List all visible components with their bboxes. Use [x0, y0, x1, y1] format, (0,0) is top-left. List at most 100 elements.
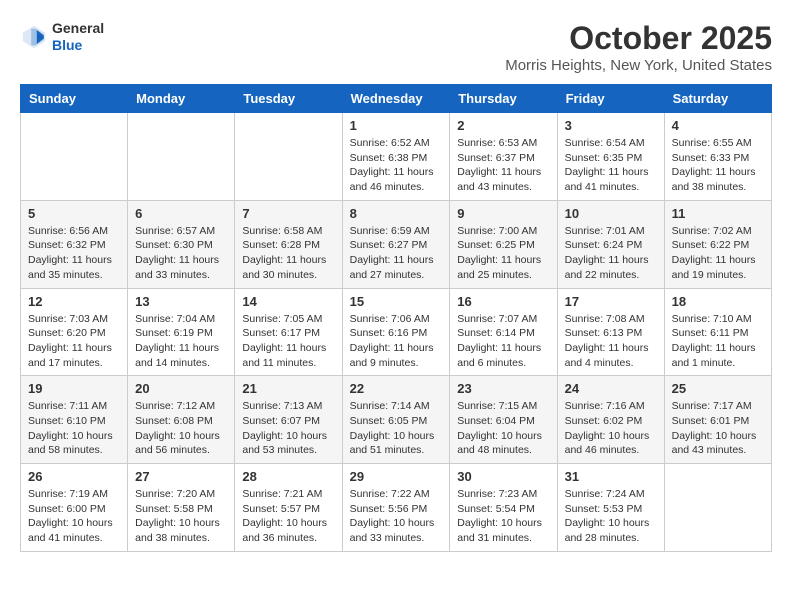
calendar-day-9: 9 Sunrise: 7:00 AM Sunset: 6:25 PM Daylig…	[450, 200, 557, 288]
day-number: 12	[28, 294, 120, 309]
calendar-day-8: 8 Sunrise: 6:59 AM Sunset: 6:27 PM Daylig…	[342, 200, 450, 288]
month-title: October 2025	[505, 20, 772, 57]
calendar-day-28: 28 Sunrise: 7:21 AM Sunset: 5:57 PM Dayli…	[235, 464, 342, 552]
calendar-day-14: 14Sunrise: 7:05 AM Sunset: 6:17 PM Dayli…	[235, 288, 342, 376]
day-info: Sunrise: 6:55 AM Sunset: 6:33 PM Dayligh…	[672, 136, 764, 195]
calendar-day-19: 19 Sunrise: 7:11 AM Sunset: 6:10 PM Dayli…	[21, 376, 128, 464]
day-number: 17	[565, 294, 657, 309]
day-info: Sunrise: 7:21 AM Sunset: 5:57 PM Dayligh…	[242, 487, 334, 546]
day-number: 8	[350, 206, 443, 221]
logo: General Blue	[20, 20, 104, 54]
day-number: 24	[565, 381, 657, 396]
calendar-week-row: 19 Sunrise: 7:11 AM Sunset: 6:10 PM Dayli…	[21, 376, 772, 464]
calendar-week-row: 5 Sunrise: 6:56 AM Sunset: 6:32 PM Daylig…	[21, 200, 772, 288]
calendar-empty-cell	[664, 464, 771, 552]
day-number: 2	[457, 118, 549, 133]
day-info: Sunrise: 7:05 AM Sunset: 6:17 PM Dayligh…	[242, 312, 334, 371]
day-number: 18	[672, 294, 764, 309]
calendar-day-5: 5 Sunrise: 6:56 AM Sunset: 6:32 PM Daylig…	[21, 200, 128, 288]
weekday-header-monday: Monday	[128, 85, 235, 113]
day-info: Sunrise: 7:20 AM Sunset: 5:58 PM Dayligh…	[135, 487, 227, 546]
logo-icon	[20, 23, 48, 51]
day-info: Sunrise: 7:12 AM Sunset: 6:08 PM Dayligh…	[135, 399, 227, 458]
day-info: Sunrise: 7:11 AM Sunset: 6:10 PM Dayligh…	[28, 399, 120, 458]
day-number: 13	[135, 294, 227, 309]
day-number: 25	[672, 381, 764, 396]
weekday-header-tuesday: Tuesday	[235, 85, 342, 113]
day-number: 28	[242, 469, 334, 484]
day-info: Sunrise: 7:22 AM Sunset: 5:56 PM Dayligh…	[350, 487, 443, 546]
calendar-day-1: 1 Sunrise: 6:52 AM Sunset: 6:38 PM Daylig…	[342, 113, 450, 201]
calendar-day-18: 18 Sunrise: 7:10 AM Sunset: 6:11 PM Dayli…	[664, 288, 771, 376]
calendar-week-row: 26 Sunrise: 7:19 AM Sunset: 6:00 PM Dayli…	[21, 464, 772, 552]
calendar-day-31: 31Sunrise: 7:24 AM Sunset: 5:53 PM Dayli…	[557, 464, 664, 552]
day-number: 5	[28, 206, 120, 221]
calendar-day-13: 13Sunrise: 7:04 AM Sunset: 6:19 PM Dayli…	[128, 288, 235, 376]
calendar-day-23: 23Sunrise: 7:15 AM Sunset: 6:04 PM Dayli…	[450, 376, 557, 464]
day-number: 11	[672, 206, 764, 221]
weekday-header-saturday: Saturday	[664, 85, 771, 113]
day-info: Sunrise: 7:03 AM Sunset: 6:20 PM Dayligh…	[28, 312, 120, 371]
calendar-day-16: 16 Sunrise: 7:07 AM Sunset: 6:14 PM Dayli…	[450, 288, 557, 376]
day-info: Sunrise: 6:53 AM Sunset: 6:37 PM Dayligh…	[457, 136, 549, 195]
day-number: 6	[135, 206, 227, 221]
day-info: Sunrise: 7:00 AM Sunset: 6:25 PM Dayligh…	[457, 224, 549, 283]
day-number: 29	[350, 469, 443, 484]
calendar-day-7: 7Sunrise: 6:58 AM Sunset: 6:28 PM Daylig…	[235, 200, 342, 288]
calendar-empty-cell	[128, 113, 235, 201]
day-info: Sunrise: 6:52 AM Sunset: 6:38 PM Dayligh…	[350, 136, 443, 195]
day-info: Sunrise: 7:07 AM Sunset: 6:14 PM Dayligh…	[457, 312, 549, 371]
weekday-header-wednesday: Wednesday	[342, 85, 450, 113]
day-number: 9	[457, 206, 549, 221]
calendar-table: SundayMondayTuesdayWednesdayThursdayFrid…	[20, 84, 772, 552]
day-number: 4	[672, 118, 764, 133]
day-number: 27	[135, 469, 227, 484]
day-number: 30	[457, 469, 549, 484]
day-number: 23	[457, 381, 549, 396]
calendar-empty-cell	[235, 113, 342, 201]
day-info: Sunrise: 6:56 AM Sunset: 6:32 PM Dayligh…	[28, 224, 120, 283]
day-number: 22	[350, 381, 443, 396]
calendar-day-11: 11 Sunrise: 7:02 AM Sunset: 6:22 PM Dayli…	[664, 200, 771, 288]
day-info: Sunrise: 7:01 AM Sunset: 6:24 PM Dayligh…	[565, 224, 657, 283]
weekday-header-sunday: Sunday	[21, 85, 128, 113]
day-info: Sunrise: 7:19 AM Sunset: 6:00 PM Dayligh…	[28, 487, 120, 546]
day-info: Sunrise: 6:57 AM Sunset: 6:30 PM Dayligh…	[135, 224, 227, 283]
calendar-day-25: 25 Sunrise: 7:17 AM Sunset: 6:01 PM Dayli…	[664, 376, 771, 464]
logo-blue-text: Blue	[52, 37, 104, 54]
calendar-day-24: 24 Sunrise: 7:16 AM Sunset: 6:02 PM Dayli…	[557, 376, 664, 464]
day-info: Sunrise: 7:02 AM Sunset: 6:22 PM Dayligh…	[672, 224, 764, 283]
calendar-day-4: 4 Sunrise: 6:55 AM Sunset: 6:33 PM Daylig…	[664, 113, 771, 201]
day-info: Sunrise: 6:54 AM Sunset: 6:35 PM Dayligh…	[565, 136, 657, 195]
day-number: 7	[242, 206, 334, 221]
day-number: 31	[565, 469, 657, 484]
calendar-day-10: 10Sunrise: 7:01 AM Sunset: 6:24 PM Dayli…	[557, 200, 664, 288]
day-number: 20	[135, 381, 227, 396]
calendar-empty-cell	[21, 113, 128, 201]
calendar-day-3: 3 Sunrise: 6:54 AM Sunset: 6:35 PM Daylig…	[557, 113, 664, 201]
day-number: 21	[242, 381, 334, 396]
calendar-day-6: 6 Sunrise: 6:57 AM Sunset: 6:30 PM Daylig…	[128, 200, 235, 288]
day-info: Sunrise: 7:23 AM Sunset: 5:54 PM Dayligh…	[457, 487, 549, 546]
day-info: Sunrise: 7:16 AM Sunset: 6:02 PM Dayligh…	[565, 399, 657, 458]
day-info: Sunrise: 7:08 AM Sunset: 6:13 PM Dayligh…	[565, 312, 657, 371]
day-number: 16	[457, 294, 549, 309]
calendar-day-30: 30 Sunrise: 7:23 AM Sunset: 5:54 PM Dayli…	[450, 464, 557, 552]
logo-text: General Blue	[52, 20, 104, 54]
day-info: Sunrise: 7:10 AM Sunset: 6:11 PM Dayligh…	[672, 312, 764, 371]
day-info: Sunrise: 7:14 AM Sunset: 6:05 PM Dayligh…	[350, 399, 443, 458]
calendar-day-26: 26 Sunrise: 7:19 AM Sunset: 6:00 PM Dayli…	[21, 464, 128, 552]
day-info: Sunrise: 6:59 AM Sunset: 6:27 PM Dayligh…	[350, 224, 443, 283]
calendar-day-17: 17 Sunrise: 7:08 AM Sunset: 6:13 PM Dayli…	[557, 288, 664, 376]
weekday-header-thursday: Thursday	[450, 85, 557, 113]
calendar-day-29: 29 Sunrise: 7:22 AM Sunset: 5:56 PM Dayli…	[342, 464, 450, 552]
day-number: 26	[28, 469, 120, 484]
day-number: 3	[565, 118, 657, 133]
day-info: Sunrise: 7:17 AM Sunset: 6:01 PM Dayligh…	[672, 399, 764, 458]
calendar-day-15: 15Sunrise: 7:06 AM Sunset: 6:16 PM Dayli…	[342, 288, 450, 376]
title-block: October 2025 Morris Heights, New York, U…	[505, 20, 772, 74]
day-info: Sunrise: 7:06 AM Sunset: 6:16 PM Dayligh…	[350, 312, 443, 371]
day-number: 19	[28, 381, 120, 396]
day-number: 1	[350, 118, 443, 133]
calendar-day-21: 21Sunrise: 7:13 AM Sunset: 6:07 PM Dayli…	[235, 376, 342, 464]
